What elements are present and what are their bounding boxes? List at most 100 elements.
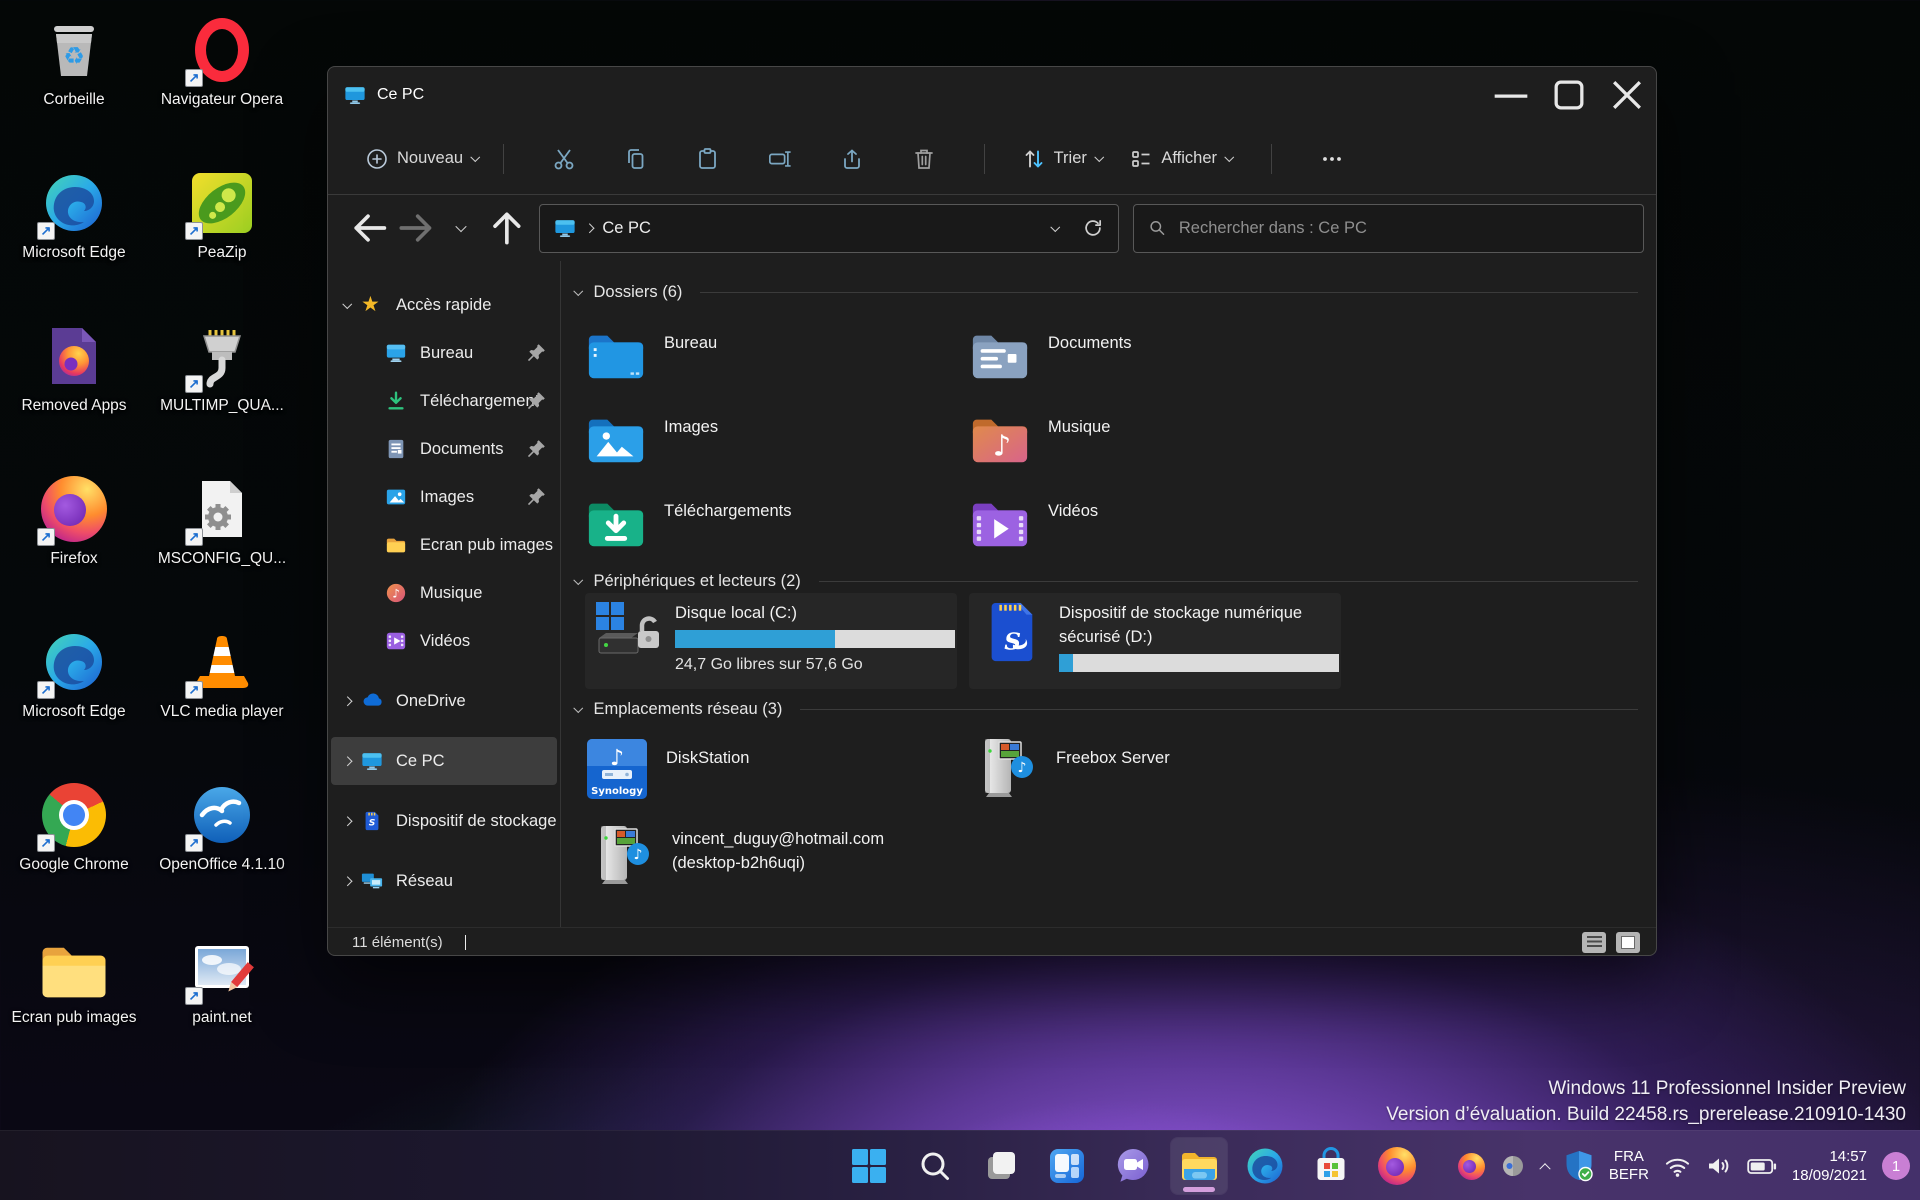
sidebar-item-musique[interactable]: ♪Musique	[331, 569, 557, 617]
more-options-button[interactable]	[1320, 147, 1344, 171]
desktop-icon-microsoft-edge[interactable]: ↗ Microsoft Edge	[0, 620, 148, 773]
taskbar-task-view-button[interactable]	[973, 1138, 1029, 1194]
show-hidden-icons-chevron[interactable]	[1541, 1162, 1549, 1170]
desktop-icon-multimp-qua[interactable]: ↗ MULTIMP_QUA...	[148, 314, 296, 467]
taskbar-search-button[interactable]	[907, 1138, 963, 1194]
desktop-icon-navigateur-opera[interactable]: ↗ Navigateur Opera	[148, 8, 296, 161]
details-view-button[interactable]	[1582, 932, 1606, 953]
sidebar-item-bureau[interactable]: Bureau	[331, 329, 557, 377]
rename-button[interactable]	[768, 147, 792, 171]
close-button[interactable]	[1598, 67, 1656, 123]
desktop-icon-firefox[interactable]: ↗ Firefox	[0, 467, 148, 620]
tray-app-icon[interactable]	[1500, 1153, 1526, 1179]
cut-button[interactable]	[552, 147, 576, 171]
command-bar: Nouveau Trier Afficher	[328, 123, 1656, 195]
forward-button[interactable]	[394, 206, 438, 250]
chevron-right-icon[interactable]	[331, 878, 361, 885]
plus-circle-icon	[366, 148, 388, 170]
svg-text:S: S	[1004, 628, 1021, 655]
sidebar-item-onedrive[interactable]: OneDrive	[331, 677, 557, 725]
desktop-icon-removed-apps[interactable]: Removed Apps	[0, 314, 148, 467]
taskbar-edge-button[interactable]	[1237, 1138, 1293, 1194]
folder-tile-images[interactable]: Images	[585, 406, 957, 476]
pin-icon	[526, 390, 547, 411]
desktop-icon-corbeille[interactable]: ♻ Corbeille	[0, 8, 148, 161]
sidebar-item-images[interactable]: Images	[331, 473, 557, 521]
network-tile-diskstation[interactable]: ♪Synology DiskStation	[585, 733, 957, 811]
chevron-down-icon	[1095, 152, 1104, 161]
desktop-icon-google-chrome[interactable]: ↗ Google Chrome	[0, 773, 148, 926]
image-icon	[385, 486, 407, 508]
taskbar-store-button[interactable]	[1303, 1138, 1359, 1194]
desktop-icon-openoffice-4-1-10[interactable]: ↗ OpenOffice 4.1.10	[148, 773, 296, 926]
volume-icon[interactable]	[1706, 1154, 1732, 1178]
sidebar-item-dispositif-de-stockage[interactable]: SDispositif de stockage	[331, 797, 557, 845]
share-button[interactable]	[840, 147, 864, 171]
search-input[interactable]	[1179, 219, 1629, 238]
minimize-button[interactable]	[1482, 67, 1540, 123]
address-bar[interactable]: Ce PC	[539, 204, 1119, 253]
sidebar-item-ce-pc[interactable]: Ce PC	[331, 737, 557, 785]
section-header-dossiers-6[interactable]: Dossiers (6)	[575, 275, 1638, 309]
folder-tile-telechargements[interactable]: Téléchargements	[585, 490, 957, 560]
taskbar-explorer-button[interactable]	[1171, 1138, 1227, 1194]
this-pc-icon	[344, 84, 366, 106]
sidebar-item-reseau[interactable]: Réseau	[331, 857, 557, 905]
tile-label-line: vincent_duguy@hotmail.com	[672, 827, 884, 851]
view-button-label: Afficher	[1161, 149, 1217, 168]
language-indicator[interactable]: FRA BEFR	[1609, 1148, 1649, 1184]
desktop-icon-msconfig-qu[interactable]: ↗ MSCONFIG_QU...	[148, 467, 296, 620]
back-button[interactable]	[348, 206, 392, 250]
sort-button[interactable]: Trier	[1023, 148, 1103, 170]
paste-button[interactable]	[696, 147, 720, 171]
up-button[interactable]	[485, 206, 529, 250]
folder-tile-documents[interactable]: Documents	[969, 322, 1341, 392]
new-button[interactable]: Nouveau	[366, 148, 479, 170]
desktop-icon-microsoft-edge[interactable]: ↗ Microsoft Edge	[0, 161, 148, 314]
device-tile-disque-local-c[interactable]: Disque local (C:) 24,7 Go libres sur 57,…	[585, 593, 957, 689]
view-button[interactable]: Afficher	[1130, 148, 1232, 170]
folder-tile-bureau[interactable]: Bureau	[585, 322, 957, 392]
notification-badge[interactable]: 1	[1882, 1152, 1910, 1180]
search-box[interactable]	[1133, 204, 1644, 253]
chevron-down-icon[interactable]	[331, 302, 361, 309]
taskbar-firefox-button[interactable]	[1369, 1138, 1425, 1194]
desktop-icon-ecran-pub-images[interactable]: Ecran pub images	[0, 926, 148, 1079]
folder-tile-musique[interactable]: ♪ Musique	[969, 406, 1341, 476]
desktop-icon-peazip[interactable]: ↗ PeaZip	[148, 161, 296, 314]
taskbar-widgets-button[interactable]	[1039, 1138, 1095, 1194]
toolbar-divider	[1271, 144, 1272, 174]
taskbar-chat-button[interactable]	[1105, 1138, 1161, 1194]
battery-icon[interactable]	[1747, 1154, 1777, 1178]
device-tile-dispositif-de-stockage-numerique-securise-d[interactable]: S Dispositif de stockage numérique sécur…	[969, 593, 1341, 689]
sidebar-item-acces-rapide[interactable]: ★Accès rapide	[331, 281, 557, 329]
recent-locations-chevron[interactable]	[439, 206, 483, 250]
refresh-icon[interactable]	[1082, 217, 1104, 239]
chevron-right-icon[interactable]	[331, 758, 361, 765]
chevron-right-icon[interactable]	[331, 698, 361, 705]
delete-button[interactable]	[912, 147, 936, 171]
sidebar-item-ecran-pub-images[interactable]: Ecran pub images	[331, 521, 557, 569]
large-icons-view-button[interactable]	[1616, 932, 1640, 953]
desktop-icon-vlc-media-player[interactable]: ↗ VLC media player	[148, 620, 296, 773]
sidebar-item-telechargement[interactable]: Téléchargement	[331, 377, 557, 425]
sidebar-item-videos[interactable]: Vidéos	[331, 617, 557, 665]
folder-tile-videos[interactable]: Vidéos	[969, 490, 1341, 560]
network-tile-vincent-duguy-hotmail-com-desktop-b2h6uqi[interactable]: ♪ vincent_duguy@hotmail.com(desktop-b2h6…	[585, 820, 957, 898]
taskbar-start-button[interactable]	[841, 1138, 897, 1194]
sidebar-item-documents[interactable]: Documents	[331, 425, 557, 473]
maximize-button[interactable]	[1540, 67, 1598, 123]
copy-button[interactable]	[624, 147, 648, 171]
address-dropdown-chevron[interactable]	[1050, 222, 1059, 231]
chevron-right-icon[interactable]	[331, 818, 361, 825]
shortcut-arrow-icon: ↗	[37, 834, 55, 852]
network-tile-freebox-server[interactable]: ♪ Freebox Server	[969, 733, 1341, 811]
firefox-tray-icon[interactable]	[1458, 1153, 1485, 1180]
desktop-icon-paint-net[interactable]: ↗ paint.net	[148, 926, 296, 1079]
clock[interactable]: 14:57 18/09/2021	[1792, 1147, 1867, 1185]
section-header-emplacements-reseau-3[interactable]: Emplacements réseau (3)	[575, 692, 1638, 726]
breadcrumb-path[interactable]: Ce PC	[602, 219, 651, 238]
wifi-icon[interactable]	[1664, 1155, 1691, 1178]
titlebar[interactable]: Ce PC	[328, 67, 1656, 123]
defender-shield-icon[interactable]	[1564, 1150, 1594, 1182]
